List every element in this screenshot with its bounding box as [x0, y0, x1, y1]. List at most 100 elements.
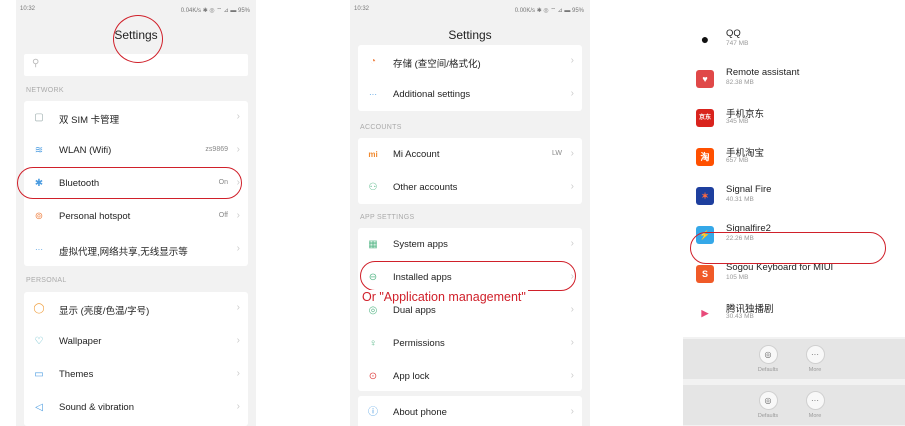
additional-settings-row[interactable]: ··· Additional settings ›	[358, 78, 582, 111]
chevron-right-icon: ›	[236, 401, 240, 412]
status-time: 10:32	[20, 6, 36, 12]
info-icon: ⓘ	[368, 407, 378, 418]
remote-assistant-icon: ♥	[696, 70, 714, 88]
permissions-icon: ♀	[369, 338, 377, 349]
grid-icon: ▦	[368, 239, 378, 250]
more-icon: ···	[35, 245, 43, 254]
chevron-right-icon: ›	[236, 111, 240, 122]
highlight-circle-settings	[113, 15, 163, 63]
app-size: 657 MB	[726, 157, 749, 164]
themes-row[interactable]: ▭ Themes ›	[24, 358, 248, 391]
display-row[interactable]: ◯ 显示 (亮度/色温/字号) ›	[24, 292, 248, 325]
row-label: 虚拟代理,网络共享,无线显示等	[59, 247, 188, 258]
list-item[interactable]: 京东 手机京东 345 MB	[691, 97, 897, 136]
chevron-right-icon: ›	[570, 88, 574, 99]
gear-icon: ◎	[758, 391, 778, 410]
app-size: 105 MB	[726, 274, 749, 281]
more-connections-row[interactable]: ··· 虚拟代理,网络共享,无线显示等 ›	[24, 233, 248, 266]
storage-row[interactable]: ◔ 存储 (查空间/格式化) ›	[358, 45, 582, 78]
chevron-right-icon: ›	[570, 406, 574, 417]
app-size: 40.31 MB	[726, 196, 754, 203]
more-button[interactable]: ··· More	[795, 345, 835, 373]
hotspot-row[interactable]: ⊚ Personal hotspot Off ›	[24, 200, 248, 233]
row-label: Wallpaper	[59, 336, 102, 347]
person-icon: ⚇	[368, 182, 378, 193]
storage-icon: ◔	[369, 56, 377, 67]
list-item[interactable]: ▶ 腾讯独播剧 30.43 MB	[691, 292, 897, 331]
app-name: QQ	[726, 28, 741, 39]
permissions-row[interactable]: ♀ Permissions ›	[358, 327, 582, 360]
chevron-right-icon: ›	[236, 368, 240, 379]
status-indicators: 0.04K/s ✱ ◎ ⌔ ⊿ ▬ 95%	[180, 8, 250, 14]
chevron-right-icon: ›	[570, 337, 574, 348]
row-label: Personal hotspot	[59, 211, 131, 222]
app-lock-row[interactable]: ⊙ App lock ›	[358, 360, 582, 393]
app-settings-card: ▦ System apps › ⊖ Installed apps › ◎ Dua…	[358, 228, 582, 391]
more-label: More	[808, 413, 822, 419]
defaults-label: Defaults	[757, 413, 779, 419]
search-icon: ⚲	[32, 58, 40, 69]
chevron-right-icon: ›	[570, 370, 574, 381]
chevron-right-icon: ›	[570, 304, 574, 315]
system-apps-row[interactable]: ▦ System apps ›	[358, 228, 582, 261]
bottom-action-bar-repeat: ◎ Defaults ··· More	[683, 385, 905, 425]
status-bar: 10:32 0.00K/s ✱ ◎ ⌔ ⊿ ▬ 95%	[350, 6, 590, 18]
app-size: 82.38 MB	[726, 79, 754, 86]
section-header-network: NETWORK	[26, 87, 64, 94]
wallpaper-row[interactable]: ♡ Wallpaper ›	[24, 325, 248, 358]
defaults-button[interactable]: ◎ Defaults	[748, 391, 788, 419]
status-indicators: 0.00K/s ✱ ◎ ⌔ ⊿ ▬ 95%	[514, 8, 584, 14]
wallpaper-icon: ♡	[34, 336, 44, 347]
settings-screen-1: 10:32 0.04K/s ✱ ◎ ⌔ ⊿ ▬ 95% Settings ⚲ N…	[16, 0, 256, 426]
row-label: 显示 (亮度/色温/字号)	[59, 306, 150, 317]
chevron-right-icon: ›	[570, 55, 574, 66]
wlan-row[interactable]: ≋ WLAN (Wifi) zs9869 ›	[24, 134, 248, 167]
row-label: Dual apps	[393, 305, 436, 316]
app-size: 345 MB	[726, 118, 749, 125]
row-label: 双 SIM 卡管理	[59, 115, 120, 126]
more-icon: ···	[805, 345, 825, 364]
lock-icon: ⊙	[368, 371, 378, 382]
speaker-icon: ◁	[35, 402, 43, 413]
row-value: LW	[552, 150, 562, 157]
chevron-right-icon: ›	[236, 144, 240, 155]
row-label: Mi Account	[393, 149, 440, 160]
sidebar-item-dual-sim[interactable]: ▢ 双 SIM 卡管理 ›	[24, 101, 248, 134]
other-accounts-row[interactable]: ⚇ Other accounts ›	[358, 171, 582, 204]
chevron-right-icon: ›	[236, 302, 240, 313]
mi-logo-icon: mi	[368, 150, 378, 159]
bottom-action-bar: ◎ Defaults ··· More	[683, 339, 905, 379]
app-size: 747 MB	[726, 40, 749, 47]
row-label: Themes	[59, 369, 94, 380]
row-label: System apps	[393, 239, 448, 250]
section-header-app-settings: APP SETTINGS	[360, 214, 415, 221]
sound-row[interactable]: ◁ Sound & vibration ›	[24, 391, 248, 424]
list-item[interactable]: ✶ Signal Fire 40.31 MB	[691, 175, 897, 214]
chevron-right-icon: ›	[570, 181, 574, 192]
signal-fire-icon: ✶	[696, 187, 714, 205]
hotspot-icon: ⊚	[34, 211, 44, 222]
accounts-card: mi Mi Account LW › ⚇ Other accounts ›	[358, 138, 582, 204]
personal-card: ◯ 显示 (亮度/色温/字号) › ♡ Wallpaper › ▭ Themes…	[24, 292, 248, 426]
row-value: Off	[218, 212, 228, 219]
mi-account-row[interactable]: mi Mi Account LW ›	[358, 138, 582, 171]
gear-icon: ◎	[758, 345, 778, 364]
qq-icon: ●	[700, 31, 710, 47]
highlight-signalfire2	[690, 232, 886, 264]
chevron-right-icon: ›	[236, 243, 240, 254]
themes-icon: ▭	[34, 369, 44, 380]
list-item[interactable]: 淘 手机淘宝 657 MB	[691, 136, 897, 175]
app-list: ● QQ 747 MB ♥ Remote assistant 82.38 MB …	[683, 0, 905, 337]
page-title: Settings	[448, 28, 492, 42]
list-item[interactable]: ● QQ 747 MB	[691, 19, 897, 58]
chevron-right-icon: ›	[570, 148, 574, 159]
app-name: Remote assistant	[726, 67, 800, 78]
highlight-bluetooth	[17, 167, 242, 199]
tencent-video-icon: ▶	[701, 308, 709, 318]
defaults-button[interactable]: ◎ Defaults	[748, 345, 788, 373]
about-phone-row[interactable]: ⓘ About phone ›	[358, 396, 582, 426]
app-name: Signal Fire	[726, 184, 772, 195]
section-header-accounts: ACCOUNTS	[360, 124, 402, 131]
list-item[interactable]: ♥ Remote assistant 82.38 MB	[691, 58, 897, 97]
more-button[interactable]: ··· More	[795, 391, 835, 419]
